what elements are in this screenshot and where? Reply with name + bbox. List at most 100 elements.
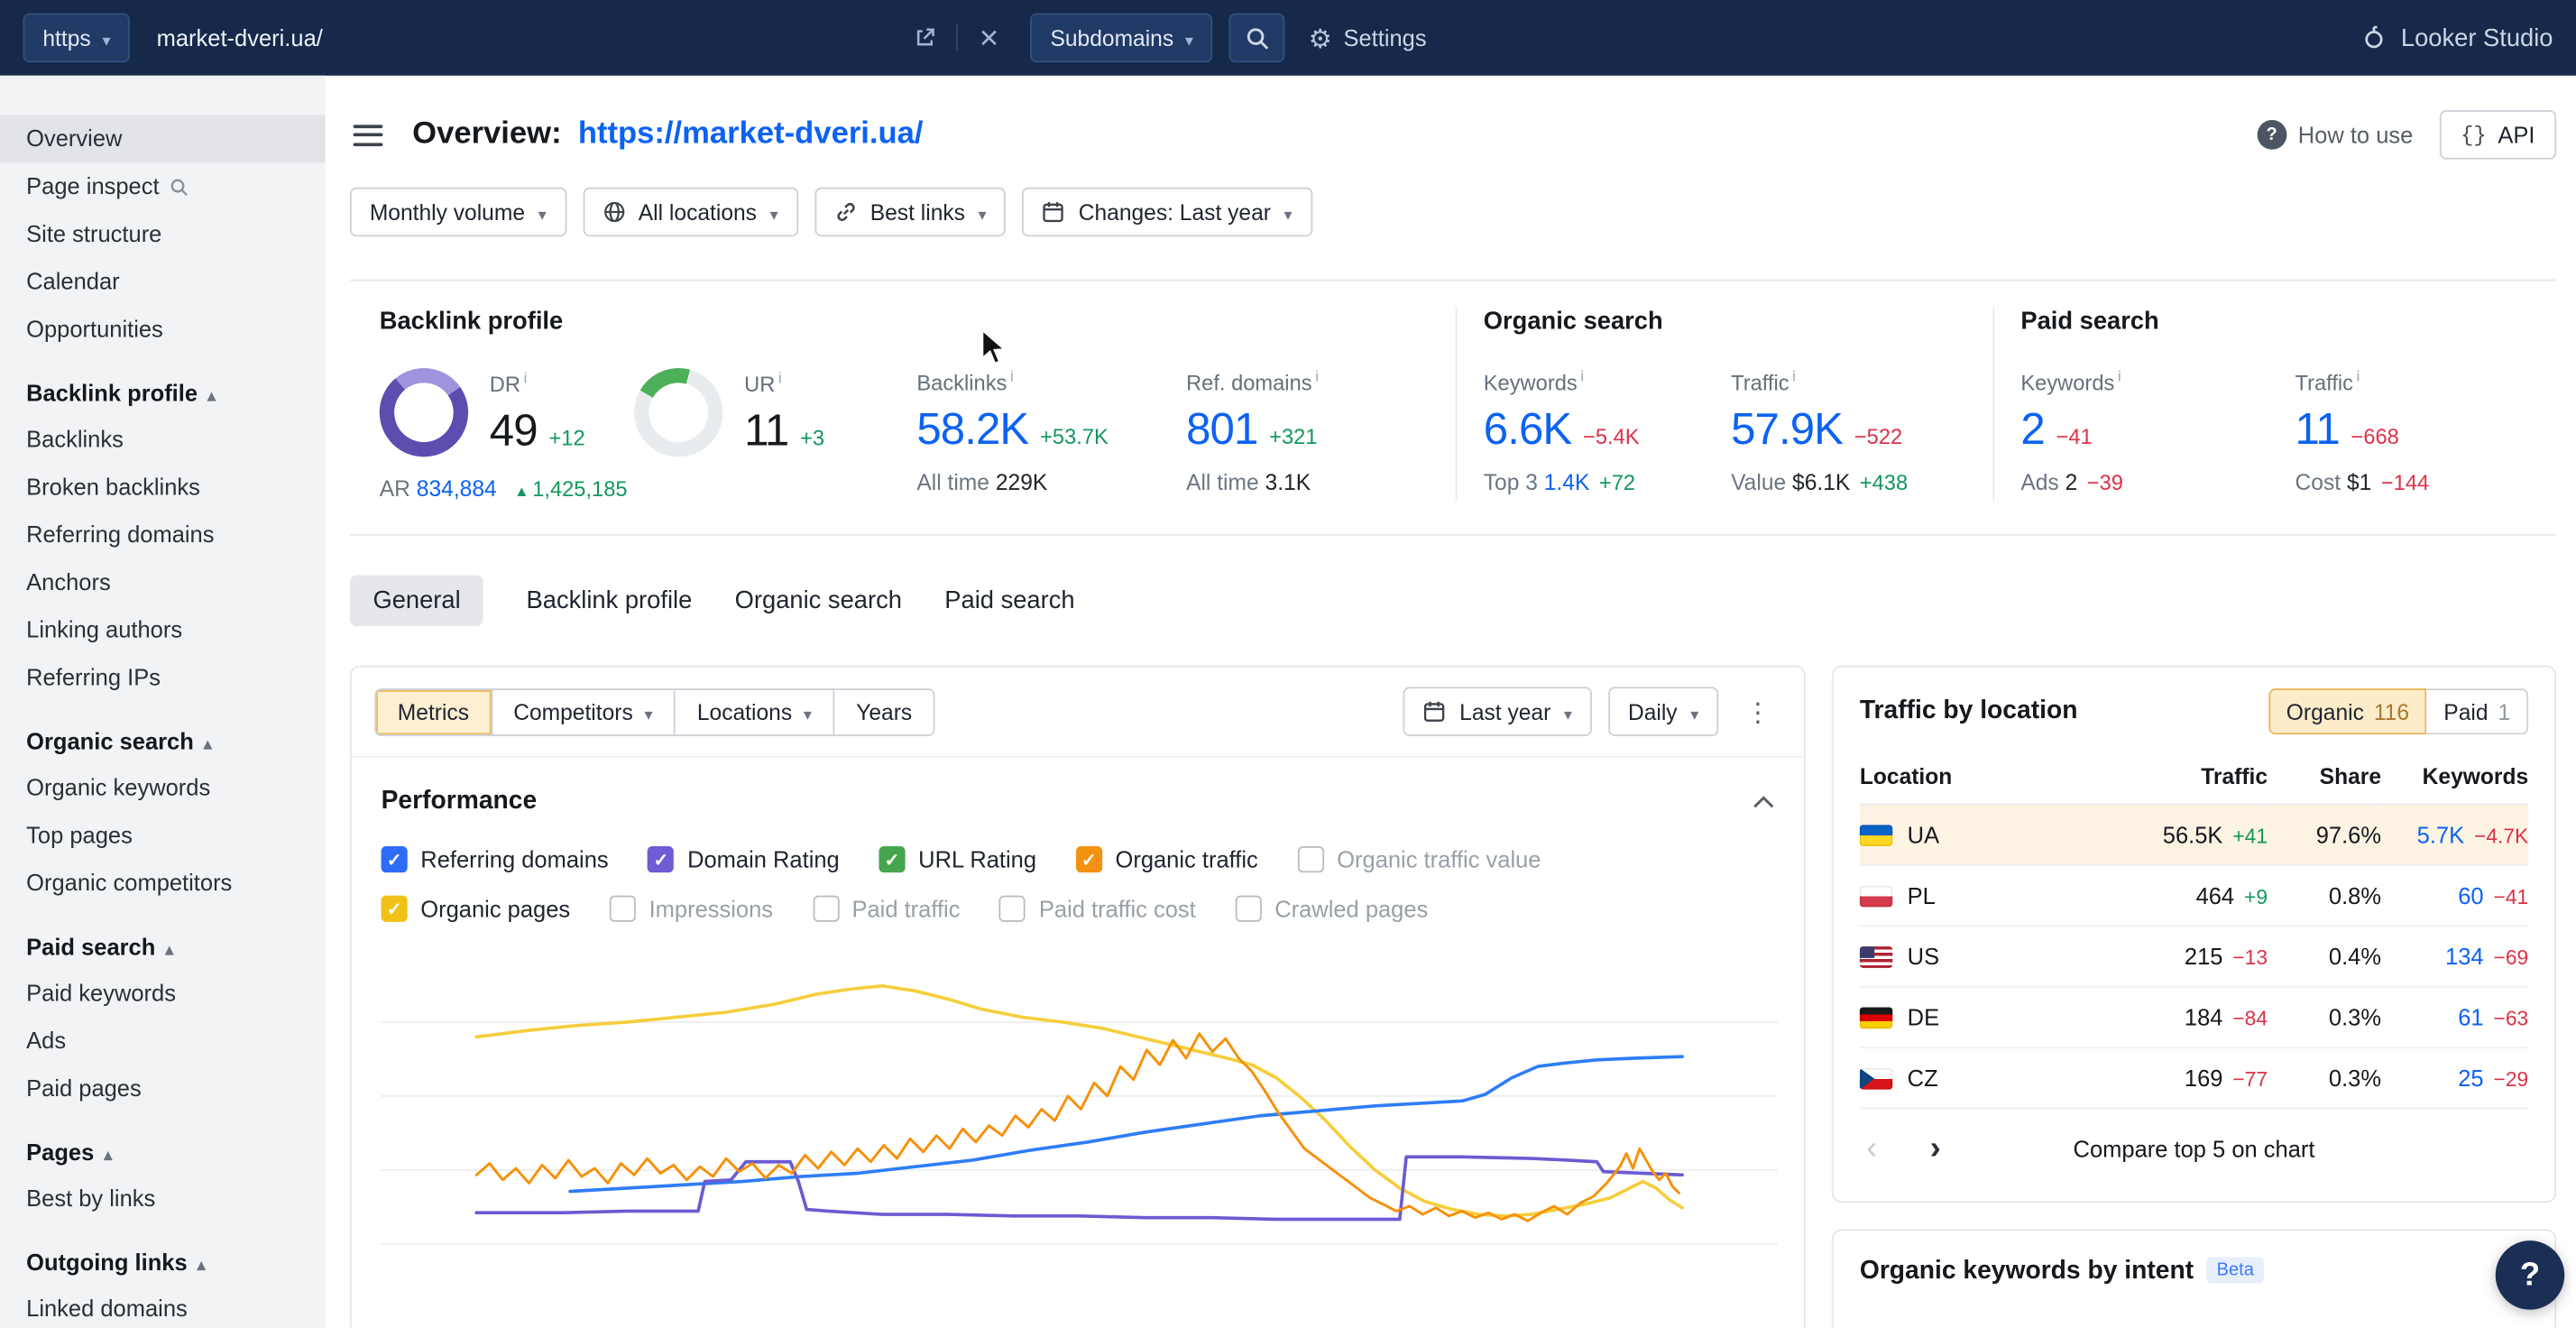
sidebar-item-site-structure[interactable]: Site structure xyxy=(0,210,326,258)
traffic-row-cz[interactable]: CZ 169−77 0.3% 25−29 xyxy=(1860,1047,2528,1108)
collapse-section-button[interactable] xyxy=(1753,796,1774,809)
traffic-row-de[interactable]: DE 184−84 0.3% 61−63 xyxy=(1860,987,2528,1047)
checkbox-impressions[interactable]: Impressions xyxy=(610,896,773,922)
sidebar-item-linked-domains[interactable]: Linked domains xyxy=(0,1285,326,1327)
checkbox-paid-traffic-cost[interactable]: Paid traffic cost xyxy=(999,896,1196,922)
sidebar-item-referring-ips[interactable]: Referring IPs xyxy=(0,654,326,702)
right-column: Traffic by location Organic 116 Paid 1 xyxy=(1832,666,2556,1328)
domain-rating-line xyxy=(476,1157,1682,1219)
checkbox-referring-domains[interactable]: Referring domains xyxy=(382,846,609,872)
checkbox-box xyxy=(813,896,839,922)
sidebar-item-overview[interactable]: Overview xyxy=(0,115,326,163)
checkbox-crawled-pages[interactable]: Crawled pages xyxy=(1235,896,1428,922)
sidebar-item-paid-pages[interactable]: Paid pages xyxy=(0,1065,326,1112)
col-share[interactable]: Share xyxy=(2268,751,2381,804)
tab-paid-search[interactable]: Paid search xyxy=(944,576,1074,626)
how-to-use-button[interactable]: ? How to use xyxy=(2257,120,2413,150)
date-range-dropdown[interactable]: Last year xyxy=(1403,687,1592,736)
traffic-row-us[interactable]: US 215−13 0.4% 134−69 xyxy=(1860,926,2528,986)
ar-value[interactable]: 834,884 xyxy=(417,476,497,501)
sidebar-section-pages[interactable]: Pages xyxy=(0,1112,326,1175)
checkbox-domain-rating[interactable]: Domain Rating xyxy=(648,846,839,872)
traffic-row-pl[interactable]: PL 464+9 0.8% 60−41 xyxy=(1860,865,2528,926)
traffic-row-ua[interactable]: UA 56.5K+41 97.6% 5.7K−4.7K xyxy=(1860,805,2528,865)
sidebar-item-best-by-links[interactable]: Best by links xyxy=(0,1175,326,1222)
caret-down-icon xyxy=(804,699,812,724)
traffic-table-footer: Compare top 5 on chart xyxy=(1860,1112,2528,1185)
tab-backlink-profile[interactable]: Backlink profile xyxy=(527,576,693,626)
sidebar-item-backlinks[interactable]: Backlinks xyxy=(0,416,326,464)
ur-value: 11 xyxy=(744,406,788,456)
backlinks-value[interactable]: 58.2K xyxy=(916,405,1028,455)
sidebar-section-paid-search[interactable]: Paid search xyxy=(0,907,326,969)
url-text[interactable]: market-dveri.ua/ xyxy=(157,24,323,51)
sidebar-item-top-pages[interactable]: Top pages xyxy=(0,812,326,860)
sidebar-item-anchors[interactable]: Anchors xyxy=(0,558,326,606)
page-prev-icon[interactable] xyxy=(1860,1132,1884,1165)
sidebar-item-referring-domains[interactable]: Referring domains xyxy=(0,511,326,558)
sidebar-item-broken-backlinks[interactable]: Broken backlinks xyxy=(0,464,326,512)
checkbox-organic-traffic-value[interactable]: Organic traffic value xyxy=(1297,846,1541,872)
sidebar-item-organic-keywords[interactable]: Organic keywords xyxy=(0,764,326,812)
sidebar-item-calendar[interactable]: Calendar xyxy=(0,258,326,306)
sidebar-section-backlink-profile[interactable]: Backlink profile xyxy=(0,354,326,416)
tab-organic-search[interactable]: Organic search xyxy=(735,576,902,626)
sidebar-item-organic-competitors[interactable]: Organic competitors xyxy=(0,860,326,908)
sidebar-item-ads[interactable]: Ads xyxy=(0,1017,326,1065)
sidebar-item-linking-authors[interactable]: Linking authors xyxy=(0,606,326,654)
metrics-tab-button[interactable]: Metrics xyxy=(376,689,491,733)
locations-dropdown[interactable]: Locations xyxy=(674,689,833,733)
looker-studio-label: Looker Studio xyxy=(2401,23,2553,51)
granularity-dropdown[interactable]: Daily xyxy=(1608,687,1718,736)
api-button[interactable]: {} API xyxy=(2439,110,2556,160)
target-url-link[interactable]: https://market-dveri.ua/ xyxy=(578,116,924,152)
checkbox-paid-traffic[interactable]: Paid traffic xyxy=(813,896,961,922)
ar-line: AR 834,884 1,425,185 xyxy=(380,476,634,501)
url-bar[interactable]: market-dveri.ua/ xyxy=(147,14,1015,63)
search-button[interactable] xyxy=(1229,14,1285,63)
looker-studio-icon xyxy=(2361,24,2387,51)
compare-top5-link[interactable]: Compare top 5 on chart xyxy=(2074,1136,2315,1162)
toggle-organic[interactable]: Organic 116 xyxy=(2268,688,2427,734)
traffic-by-location-title: Traffic by location xyxy=(1860,696,2078,726)
hamburger-menu-icon[interactable] xyxy=(350,117,386,152)
sidebar-item-page-inspect[interactable]: Page inspect xyxy=(0,162,326,210)
protocol-dropdown[interactable]: https xyxy=(23,14,131,63)
sidebar-section-organic-search[interactable]: Organic search xyxy=(0,702,326,764)
section-title: Paid search xyxy=(2020,308,2564,336)
performance-toolbar: Metrics Competitors Locations Years Last… xyxy=(352,668,1804,758)
volume-filter-dropdown[interactable]: Monthly volume xyxy=(350,188,566,237)
toggle-paid[interactable]: Paid 1 xyxy=(2427,688,2528,734)
paid-keywords-metric: Keywordsi 2−41 Ads 2 −39 xyxy=(2020,368,2295,495)
best-links-filter-dropdown[interactable]: Best links xyxy=(814,188,1007,237)
ref-domains-value[interactable]: 801 xyxy=(1186,405,1257,455)
open-external-icon[interactable] xyxy=(911,23,941,53)
more-options-icon[interactable] xyxy=(1734,696,1780,727)
locations-filter-dropdown[interactable]: All locations xyxy=(583,188,798,237)
scope-dropdown[interactable]: Subdomains xyxy=(1031,14,1213,63)
checkbox-organic-traffic[interactable]: Organic traffic xyxy=(1076,846,1258,872)
col-traffic[interactable]: Traffic xyxy=(2080,751,2268,804)
performance-chart[interactable] xyxy=(382,964,1775,1285)
help-fab-button[interactable]: ? xyxy=(2496,1240,2565,1310)
sidebar-section-outgoing-links[interactable]: Outgoing links xyxy=(0,1222,326,1285)
checkbox-organic-pages[interactable]: Organic pages xyxy=(382,896,571,922)
sidebar-item-opportunities[interactable]: Opportunities xyxy=(0,306,326,354)
competitors-dropdown[interactable]: Competitors xyxy=(491,689,675,733)
sidebar-item-paid-keywords[interactable]: Paid keywords xyxy=(0,970,326,1018)
checkbox-url-rating[interactable]: URL Rating xyxy=(879,846,1036,872)
overview-tabs: General Backlink profile Organic search … xyxy=(350,576,2556,626)
col-keywords[interactable]: Keywords xyxy=(2381,751,2528,804)
checkbox-box xyxy=(610,896,636,922)
years-button[interactable]: Years xyxy=(833,689,934,733)
stats-backlink-profile: Backlink profile DRi 49+12 A xyxy=(350,308,1456,502)
clear-url-icon[interactable] xyxy=(975,23,1005,53)
looker-studio-button[interactable]: Looker Studio xyxy=(2361,23,2553,51)
tab-general[interactable]: General xyxy=(350,576,483,626)
page-next-icon[interactable] xyxy=(1923,1132,1947,1165)
info-icon: i xyxy=(1580,368,1584,384)
paid-count-badge: 1 xyxy=(2498,699,2510,724)
changes-filter-dropdown[interactable]: Changes: Last year xyxy=(1023,188,1312,237)
settings-button[interactable]: Settings xyxy=(1309,23,1427,54)
col-location[interactable]: Location xyxy=(1860,751,2081,804)
